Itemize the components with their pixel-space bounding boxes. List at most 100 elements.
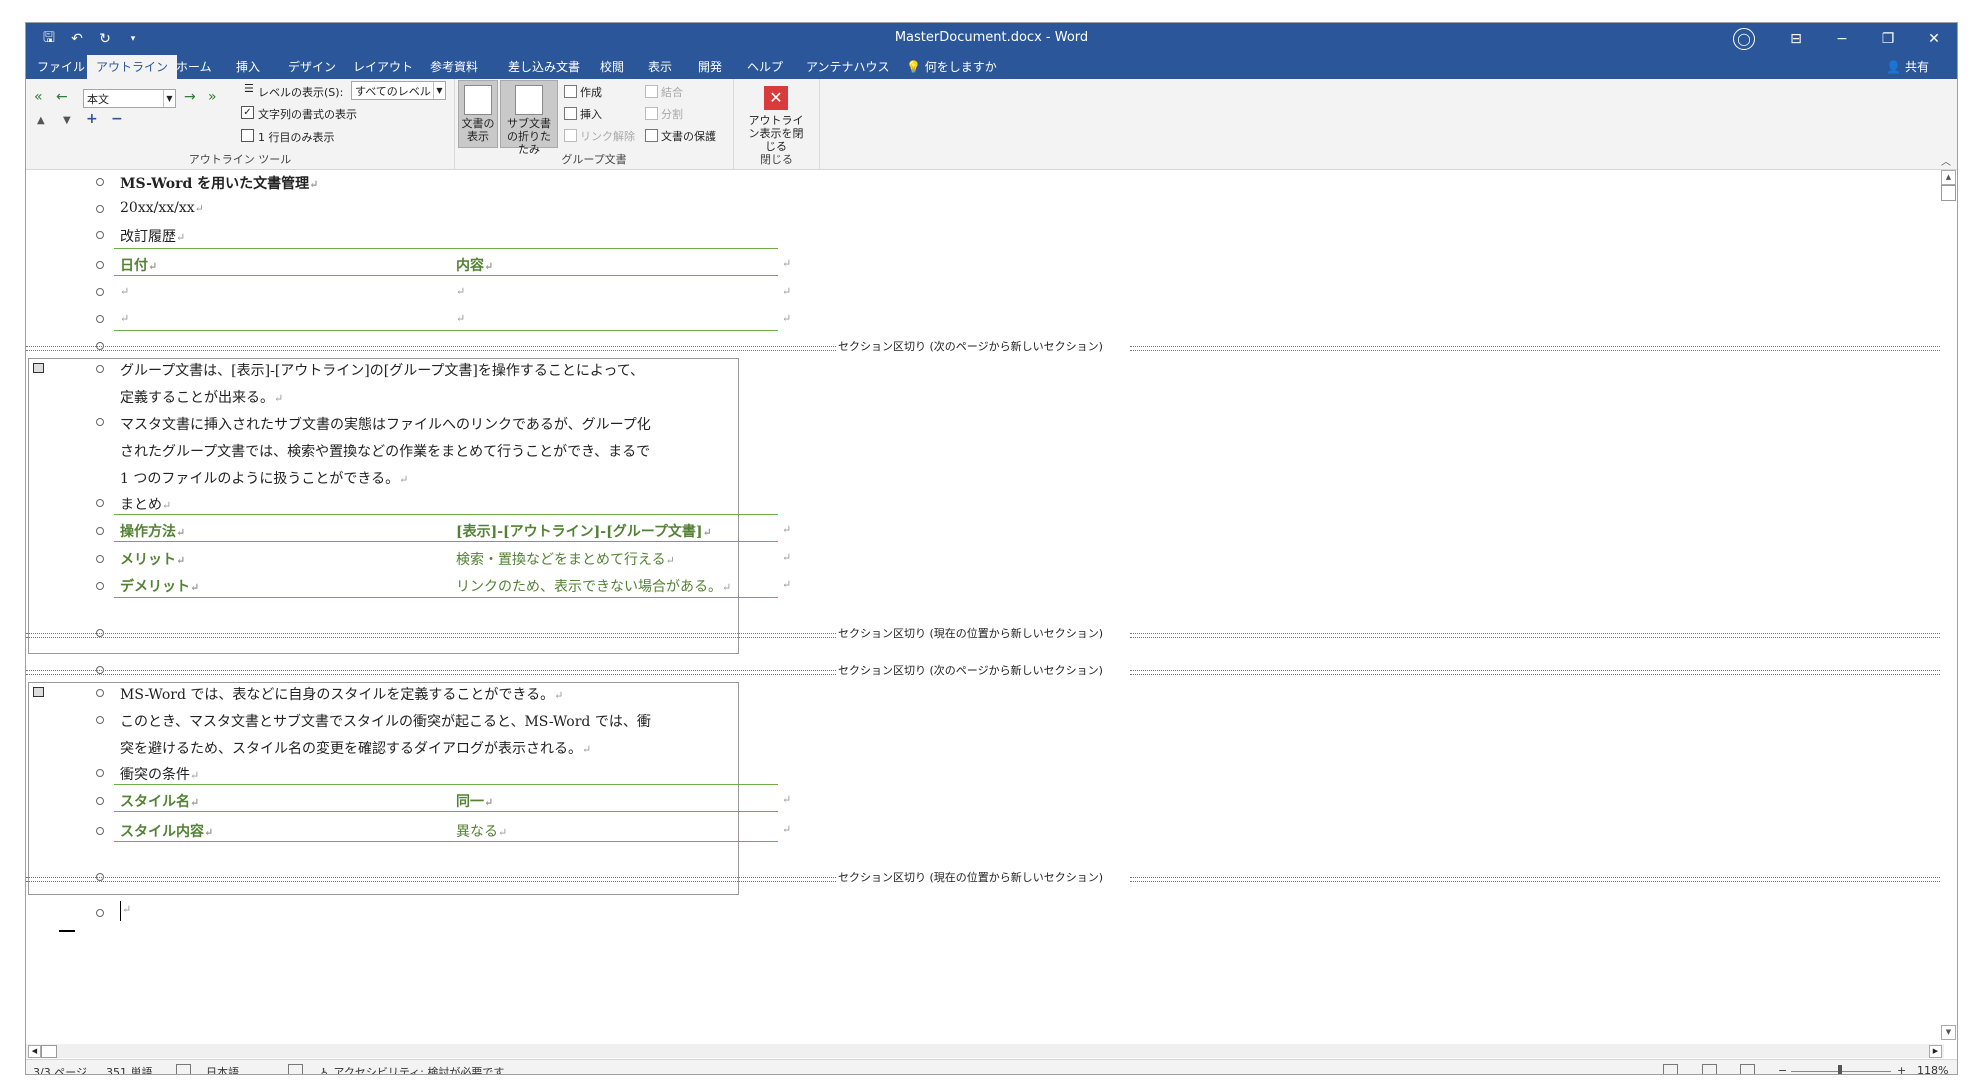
subdocument-icon[interactable] <box>33 687 44 697</box>
show-first-line-only-checkbox[interactable] <box>241 129 254 142</box>
tab-design[interactable]: デザイン <box>279 55 345 79</box>
outline-bullet[interactable] <box>96 716 104 724</box>
para-style-conflict: このとき、マスタ文書とサブ文書でスタイルの衝突が起こると、MS-Word では、… <box>120 714 651 730</box>
para-group-doc-1: グループ文書は、[表示]-[アウトライン]の[グループ文書]を操作することによっ… <box>120 363 644 379</box>
zoom-in-icon[interactable]: + <box>1897 1064 1906 1074</box>
move-up-icon[interactable]: ▲ <box>37 115 45 126</box>
tab-references[interactable]: 参考資料 <box>421 55 487 79</box>
outline-level-value: 本文 <box>87 93 109 106</box>
zoom-out-icon[interactable]: − <box>1778 1064 1787 1074</box>
status-bar: 3/3 ページ 351 単語 日本語 ♿ アクセシビリティ: 検討が必要です −… <box>26 1059 1957 1074</box>
tab-developer[interactable]: 開発 <box>689 55 731 79</box>
document-area[interactable]: MS-Word を用いた文書管理↵ 20xx/xx/xx↵ 改訂履歴↵ 日付↵ … <box>26 170 1944 1045</box>
tab-antennahouse[interactable]: アンテナハウス <box>797 55 899 79</box>
section-break-line <box>1130 670 1944 675</box>
share-button[interactable]: 👤 共有 <box>1886 55 1929 79</box>
page-indicator[interactable]: 3/3 ページ <box>33 1064 87 1074</box>
tab-file[interactable]: ファイル <box>28 55 94 79</box>
word-count[interactable]: 351 単語 <box>106 1064 153 1074</box>
minimize-button[interactable]: − <box>1819 23 1865 55</box>
window-controls: ◯ ⊟ − ❐ ✕ <box>1733 23 1957 55</box>
doc-title: MS-Word を用いた文書管理↵ <box>120 176 319 192</box>
show-document-button[interactable]: 文書の表示 <box>458 80 498 148</box>
demote-to-body-icon[interactable]: » <box>208 89 217 105</box>
subdocument-icon[interactable] <box>33 363 44 373</box>
outline-bullet[interactable] <box>96 797 104 805</box>
scroll-right-icon[interactable]: ▶ <box>1929 1045 1942 1058</box>
accessibility-status[interactable]: ♿ アクセシビリティ: 検討が必要です <box>320 1064 504 1074</box>
tab-review[interactable]: 校閲 <box>591 55 633 79</box>
outline-bullet[interactable] <box>96 365 104 373</box>
proofing-icon[interactable] <box>176 1064 191 1074</box>
web-layout-icon[interactable] <box>1740 1064 1755 1074</box>
zoom-level[interactable]: 118% <box>1917 1064 1948 1074</box>
tab-help[interactable]: ヘルプ <box>738 55 792 79</box>
scroll-thumb[interactable] <box>1941 185 1956 201</box>
merge-subdoc-button[interactable]: 結合 <box>645 84 683 100</box>
zoom-slider-thumb[interactable] <box>1838 1065 1842 1074</box>
unlink-subdoc-button[interactable]: リンク解除 <box>564 128 635 144</box>
outline-bullet[interactable] <box>96 418 104 426</box>
outline-bullet[interactable] <box>96 909 104 917</box>
promote-to-heading1-icon[interactable]: « <box>34 89 43 105</box>
show-text-formatting-checkbox[interactable]: ✓ <box>241 106 254 119</box>
close-button[interactable]: ✕ <box>1911 23 1957 55</box>
outline-bullet[interactable] <box>96 288 104 296</box>
outline-bullet[interactable] <box>96 315 104 323</box>
tab-mailings[interactable]: 差し込み文書 <box>499 55 589 79</box>
lock-document-button[interactable]: 文書の保護 <box>645 128 716 144</box>
table3-r2c1: スタイル内容↵ <box>120 824 214 840</box>
tell-me-box[interactable]: 💡 何をしますか <box>897 55 1006 79</box>
outline-bullet[interactable] <box>96 689 104 697</box>
insert-subdoc-button[interactable]: 挿入 <box>564 106 602 122</box>
split-subdoc-button[interactable]: 分割 <box>645 106 683 122</box>
expand-icon[interactable]: + <box>86 111 98 127</box>
tab-insert[interactable]: 挿入 <box>227 55 269 79</box>
show-level-combo[interactable]: すべてのレベル ▼ <box>351 81 446 100</box>
outline-bullet[interactable] <box>96 527 104 535</box>
horizontal-scrollbar[interactable]: ◀ ▶ <box>26 1044 1944 1058</box>
move-down-icon[interactable]: ▼ <box>63 115 71 126</box>
outline-bullet[interactable] <box>96 769 104 777</box>
tab-outline[interactable]: アウトライン <box>87 55 178 79</box>
tab-layout[interactable]: レイアウト <box>344 55 422 79</box>
tab-view[interactable]: 表示 <box>639 55 681 79</box>
table2-r3c2: リンクのため、表示できない場合がある。↵ <box>456 579 732 595</box>
promote-icon[interactable]: ← <box>56 89 68 105</box>
scroll-up-icon[interactable]: ▲ <box>1941 170 1956 185</box>
outline-level-combo[interactable]: 本文 ▼ <box>83 89 176 108</box>
outline-bullet[interactable] <box>96 499 104 507</box>
section-break-line <box>1130 877 1944 882</box>
create-subdoc-button[interactable]: 作成 <box>564 84 602 100</box>
macro-recording-icon[interactable] <box>288 1064 303 1074</box>
account-icon[interactable]: ◯ <box>1733 28 1755 50</box>
outline-bullet[interactable] <box>96 231 104 239</box>
outline-bullet[interactable] <box>96 261 104 269</box>
outline-bullet[interactable] <box>96 555 104 563</box>
restore-button[interactable]: ❐ <box>1865 23 1911 55</box>
scroll-down-icon[interactable]: ▼ <box>1941 1025 1956 1040</box>
outline-bullet[interactable] <box>96 178 104 186</box>
collapse-icon[interactable]: − <box>111 111 123 127</box>
table2-r2c2: 検索・置換などをまとめて行える↵ <box>456 552 675 568</box>
outline-bullet[interactable] <box>96 582 104 590</box>
collapse-subdocs-button[interactable]: サブ文書の折りたたみ <box>500 80 558 156</box>
table2-r1c2: [表示]-[アウトライン]-[グループ文書]↵ <box>456 524 712 540</box>
print-layout-icon[interactable] <box>1702 1064 1717 1074</box>
outline-bullet[interactable] <box>96 827 104 835</box>
horizontal-scroll-thumb[interactable] <box>41 1045 57 1058</box>
table3-r1c2: 同一↵ <box>456 794 494 810</box>
window-title: MasterDocument.docx - Word <box>894 30 1089 45</box>
demote-icon[interactable]: → <box>184 89 196 105</box>
vertical-scrollbar[interactable]: ▲ ▼ <box>1940 170 1956 1040</box>
collapse-ribbon-icon[interactable]: ︿ <box>1941 153 1951 168</box>
close-outline-view-button[interactable]: ✕ アウトライン表示を閉じる <box>740 80 812 153</box>
outline-bullet[interactable] <box>96 205 104 213</box>
insert-icon <box>564 107 577 120</box>
scroll-left-icon[interactable]: ◀ <box>28 1045 41 1058</box>
read-mode-icon[interactable] <box>1663 1064 1678 1074</box>
ribbon-display-options-icon[interactable]: ⊟ <box>1773 23 1819 55</box>
section-break-continuous: セクション区切り (現在の位置から新しいセクション) <box>836 869 1106 885</box>
tab-home[interactable]: ホーム <box>167 55 221 79</box>
language-indicator[interactable]: 日本語 <box>206 1064 239 1074</box>
